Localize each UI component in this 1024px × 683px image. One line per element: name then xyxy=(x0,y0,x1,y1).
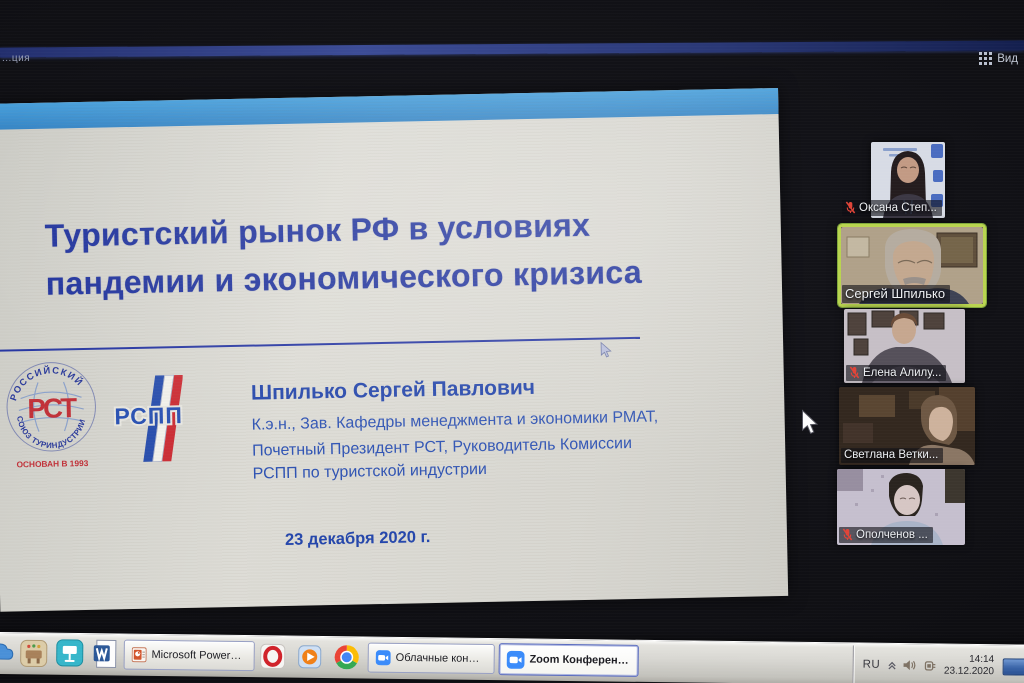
participant-video-svetlana[interactable]: Светлана Ветки... xyxy=(839,387,975,465)
rspp-abbr: РСПП xyxy=(114,402,183,429)
window-title-partial: ...ция xyxy=(2,53,30,64)
chrome-icon[interactable] xyxy=(334,644,360,670)
powerpoint-icon xyxy=(132,646,147,664)
slide-date: 23 декабря 2020 г. xyxy=(285,528,431,550)
slide-title: Туристский рынок РФ в условиях пандемии … xyxy=(44,200,642,308)
word-icon[interactable] xyxy=(93,639,117,668)
participant-video-sergey-active-speaker[interactable]: Сергей Шпилько xyxy=(838,224,986,307)
gallery-view-grid-icon xyxy=(979,52,992,65)
participant-name-tag: Ополченов ... xyxy=(839,527,933,543)
window-titlebar xyxy=(0,40,1024,57)
participant-name-tag: Елена Алилу... xyxy=(846,365,946,381)
show-desktop-button[interactable] xyxy=(1003,658,1024,675)
participant-name-tag: Светлана Ветки... xyxy=(841,448,943,463)
slide-divider-line xyxy=(0,337,640,352)
taskbar-button-label: Облачные конфере... xyxy=(396,652,487,665)
muted-mic-icon xyxy=(845,201,856,214)
lectern-app-icon[interactable] xyxy=(20,639,48,667)
rst-founded-text: ОСНОВАН В 1993 xyxy=(16,458,88,469)
presentation-slide: Туристский рынок РФ в условиях пандемии … xyxy=(0,88,788,612)
photographed-screen: ...ция Вид Туристский рынок РФ в условия… xyxy=(0,0,1024,683)
slide-cursor-arrow xyxy=(600,341,613,358)
taskbar-button-label: Zoom Конференция xyxy=(529,654,630,667)
taskbar-button-zoom-meeting-active[interactable]: Zoom Конференция xyxy=(499,643,639,677)
volume-icon[interactable] xyxy=(903,658,918,672)
view-button-label: Вид xyxy=(997,53,1018,65)
system-tray: RU 14:14 23.12.2020 xyxy=(852,645,1024,683)
taskbar-button-label: Microsoft PowerPoint ... xyxy=(151,649,246,662)
language-indicator[interactable]: RU xyxy=(863,659,881,671)
participant-name: Елена Алилу... xyxy=(863,367,941,379)
participant-name: Светлана Ветки... xyxy=(844,449,938,461)
hidden-icons-chevron-icon[interactable] xyxy=(886,659,897,671)
tray-time: 14:14 xyxy=(944,654,994,667)
opera-icon[interactable] xyxy=(260,643,286,669)
tray-clock[interactable]: 14:14 23.12.2020 xyxy=(944,654,994,679)
media-player-icon[interactable] xyxy=(298,645,322,669)
participant-name: Сергей Шпилько xyxy=(845,286,945,301)
taskbar: Microsoft PowerPoint ... Облачные конфер… xyxy=(0,632,1024,683)
rst-logo: РОССИЙСКИЙ СОЮЗ ТУРИНДУСТРИИ РСТ ОСНОВАН… xyxy=(3,360,99,472)
tray-date: 23.12.2020 xyxy=(944,666,994,679)
mouse-cursor xyxy=(801,409,820,436)
participant-name-tag: Сергей Шпилько xyxy=(842,285,950,303)
participant-name: Ополченов ... xyxy=(856,529,928,541)
participant-video-elena[interactable]: Елена Алилу... xyxy=(844,309,965,383)
speaker-name: Шпилько Сергей Павлович xyxy=(251,373,658,405)
view-button[interactable]: Вид xyxy=(979,52,1018,65)
taskbar-button-zoom-cloud-meetings[interactable]: Облачные конфере... xyxy=(368,643,495,675)
taskbar-button-powerpoint[interactable]: Microsoft PowerPoint ... xyxy=(124,640,255,672)
participant-name-tag: Оксана Степ... xyxy=(842,200,942,216)
participant-video-oksana[interactable]: Оксана Степ... xyxy=(871,142,945,218)
hardware-icon[interactable] xyxy=(923,658,937,673)
slide-top-accent-bar xyxy=(0,88,779,130)
participant-video-opolchenov[interactable]: Ополченов ... xyxy=(837,469,965,545)
muted-mic-icon xyxy=(849,366,860,379)
participant-name: Оксана Степ... xyxy=(859,202,937,214)
cloud-icon[interactable] xyxy=(0,640,16,666)
rspp-logo: РСПП xyxy=(113,372,185,468)
rst-abbr: РСТ xyxy=(27,392,78,424)
zoom-icon xyxy=(507,650,525,669)
speaker-block: Шпилько Сергей Павлович К.э.н., Зав. Каф… xyxy=(251,373,660,485)
muted-mic-icon xyxy=(842,528,853,541)
zoom-icon xyxy=(376,649,391,667)
keynote-app-icon[interactable] xyxy=(56,639,84,667)
